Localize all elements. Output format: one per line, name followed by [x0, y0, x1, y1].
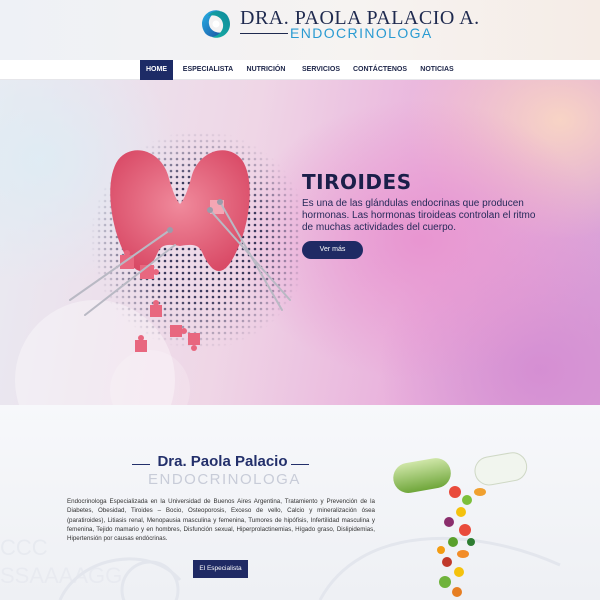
brand-divider [240, 33, 288, 34]
about-description: Endocrinologa Especializada en la Univer… [67, 498, 375, 543]
svg-text:CCC: CCC [0, 535, 48, 560]
capsule-fruits-illustration [393, 452, 528, 597]
nav-item-especialista[interactable]: ESPECIALISTA [180, 60, 236, 80]
ver-mas-button[interactable]: Ver más [302, 241, 363, 259]
hero-title: TIROIDES [302, 170, 412, 194]
nav-item-noticias[interactable]: NOTICIAS [416, 60, 458, 80]
svg-text:SSAAAAGG: SSAAAAGG [0, 563, 122, 588]
hero-description: Es una de las glándulas endocrinas que p… [302, 198, 536, 233]
hero-banner: TIROIDES Es una de las glándulas endocri… [0, 80, 600, 405]
about-title: Dra. Paola Palacio [157, 453, 288, 470]
title-rule-left [132, 464, 150, 465]
about-section: CCC SSAAAAGG Dra. Paola Palacio ENDOCRIN… [0, 405, 600, 600]
nav-item-home[interactable]: HOME [140, 60, 173, 80]
about-subtitle: ENDOCRINOLOGA [148, 471, 301, 488]
el-especialista-button[interactable]: El Especialista [193, 560, 248, 578]
logo-icon[interactable] [198, 6, 234, 42]
site-header: DRA. PAOLA PALACIO A. ENDOCRINOLOGA [0, 0, 600, 60]
nav-item-contactenos[interactable]: CONTÁCTENOS [352, 60, 408, 80]
nav-item-nutricion[interactable]: NUTRICIÓN [242, 60, 290, 80]
main-nav: HOME ESPECIALISTA NUTRICIÓN SERVICIOS CO… [0, 60, 600, 80]
brand-subtitle: ENDOCRINOLOGA [290, 25, 433, 41]
thyroid-illustration [69, 130, 300, 352]
title-rule-right [291, 464, 309, 465]
nav-item-servicios[interactable]: SERVICIOS [298, 60, 344, 80]
